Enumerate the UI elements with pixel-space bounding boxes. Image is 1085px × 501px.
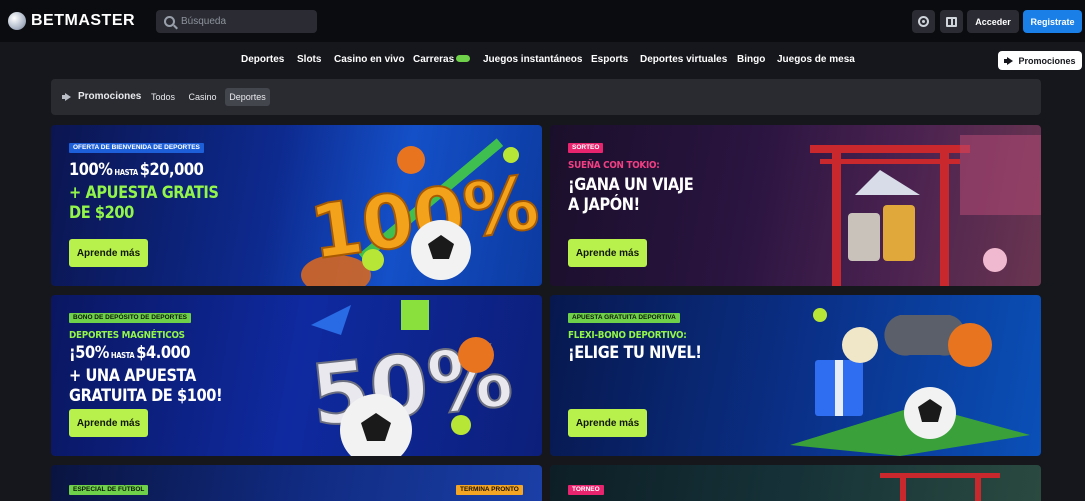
filter-chip-todos[interactable]: Todos (147, 88, 179, 106)
promotions-label: Promociones (1018, 55, 1076, 66)
headline-text: + UNA APUESTA (69, 366, 196, 386)
card-artwork: 50% (306, 300, 518, 456)
learn-more-button[interactable]: Aprende más (568, 409, 647, 437)
gift-button[interactable] (940, 10, 963, 33)
promotions-button[interactable]: Promociones (998, 51, 1082, 70)
promo-subline: DEPORTES MAGNÉTICOS (69, 330, 185, 341)
promo-tag: Sorteo (568, 143, 604, 153)
promo-tag: Oferta de bienvenida de deportes (69, 143, 204, 153)
filter-title: Promociones (62, 91, 141, 102)
login-button[interactable]: Acceder (967, 10, 1019, 33)
card-artwork (790, 308, 1030, 456)
promo-card-flexi-bonus[interactable]: Apuesta gratuita deportiva FLEXI-BONO DE… (550, 295, 1041, 456)
learn-more-button[interactable]: Aprende más (69, 409, 148, 437)
register-button[interactable]: Registrate (1023, 10, 1082, 33)
logo-icon (8, 12, 26, 30)
nav-item-deportes-virtuales[interactable]: Deportes virtuales (640, 53, 727, 67)
promo-tag: Especial de fútbol (69, 485, 149, 495)
card-background (51, 465, 542, 501)
promotions-filter-bar: Promociones Todos Casino Deportes (51, 79, 1041, 115)
nav-item-casino-en-vivo[interactable]: Casino en vivo (334, 53, 405, 67)
nav-item-juegos-instantaneos[interactable]: Juegos instantáneos (483, 53, 582, 67)
headline-text: + APUESTA GRATIS (69, 183, 219, 203)
promo-subline: SUEÑA CON TOKIO: (568, 160, 660, 171)
promo-headline: 100% HASTA $20,000 + APUESTA GRATIS DE $… (69, 160, 219, 223)
nav-item-juegos-de-mesa[interactable]: Juegos de mesa (777, 53, 855, 67)
main-nav: Deportes Slots Casino en vivo Carreras J… (0, 53, 1085, 69)
learn-more-button[interactable]: Aprende más (568, 239, 647, 267)
promo-tag: Bono de depósito de deportes (69, 313, 192, 323)
headline-text: HASTA (108, 351, 137, 360)
search-box[interactable] (156, 10, 317, 33)
headline-text: $20,000 (139, 160, 204, 180)
promo-card-japan-raffle[interactable]: Sorteo SUEÑA CON TOKIO: ¡GANA UN VIAJE A… (550, 125, 1041, 286)
filter-chip-deportes[interactable]: Deportes (225, 88, 270, 106)
nav-item-deportes[interactable]: Deportes (241, 53, 284, 67)
promo-headline: ¡GANA UN VIAJE A JAPÓN! (568, 175, 694, 215)
logo-text: BETMASTER (31, 12, 136, 29)
new-badge (456, 54, 471, 62)
promo-tag: Apuesta gratuita deportiva (568, 313, 680, 323)
promo-headline: ¡ELIGE TU NIVEL! (568, 343, 702, 363)
nav-item-label: Carreras (413, 54, 455, 65)
promo-subline: FLEXI-BONO DEPORTIVO: (568, 330, 687, 341)
nav-item-bingo[interactable]: Bingo (737, 53, 765, 67)
nav-item-slots[interactable]: Slots (297, 53, 321, 67)
logo[interactable]: BETMASTER (8, 11, 135, 31)
headline-text: DE $200 (69, 203, 134, 223)
headline-text: ¡50% (69, 343, 109, 363)
megaphone-icon (1004, 56, 1014, 65)
promo-headline: ¡50% HASTA $4.000 + UNA APUESTA GRATUITA… (69, 343, 223, 406)
card-artwork (880, 473, 1000, 501)
promo-card-tournament[interactable]: Torneo (550, 465, 1041, 501)
headline-text: GRATUITA DE $100! (69, 386, 223, 406)
ending-soon-badge: Termina pronto (456, 485, 523, 495)
headline-text: $4.000 (136, 343, 191, 363)
promo-card-football-special[interactable]: Especial de fútbol Termina pronto (51, 465, 542, 501)
promo-card-welcome-sports[interactable]: 100% Oferta de bienvenida de deportes 10… (51, 125, 542, 286)
nav-item-esports[interactable]: Esports (591, 53, 628, 67)
headline-text: HASTA (112, 168, 140, 177)
live-stream-icon (918, 16, 929, 27)
headline-text: ¡GANA UN VIAJE (568, 175, 694, 195)
top-bar: BETMASTER Acceder Registrate (0, 0, 1085, 42)
gift-icon (946, 16, 957, 27)
filter-title-label: Promociones (78, 91, 142, 102)
filter-chip-casino[interactable]: Casino (185, 88, 220, 106)
promo-tag: Torneo (568, 485, 604, 495)
search-input[interactable] (181, 16, 311, 27)
search-icon (164, 16, 175, 27)
live-stream-button[interactable] (912, 10, 935, 33)
headline-text: A JAPÓN! (568, 195, 640, 215)
megaphone-icon (62, 92, 72, 101)
headline-text: 100% (69, 160, 113, 180)
card-artwork: 100% (301, 138, 542, 286)
promo-card-deposit-bonus[interactable]: 50% Bono de depósito de deportes DEPORTE… (51, 295, 542, 456)
nav-item-carreras[interactable]: Carreras (413, 53, 471, 67)
card-artwork (810, 135, 1041, 286)
learn-more-button[interactable]: Aprende más (69, 239, 148, 267)
headline-text: ¡ELIGE TU NIVEL! (568, 343, 702, 363)
